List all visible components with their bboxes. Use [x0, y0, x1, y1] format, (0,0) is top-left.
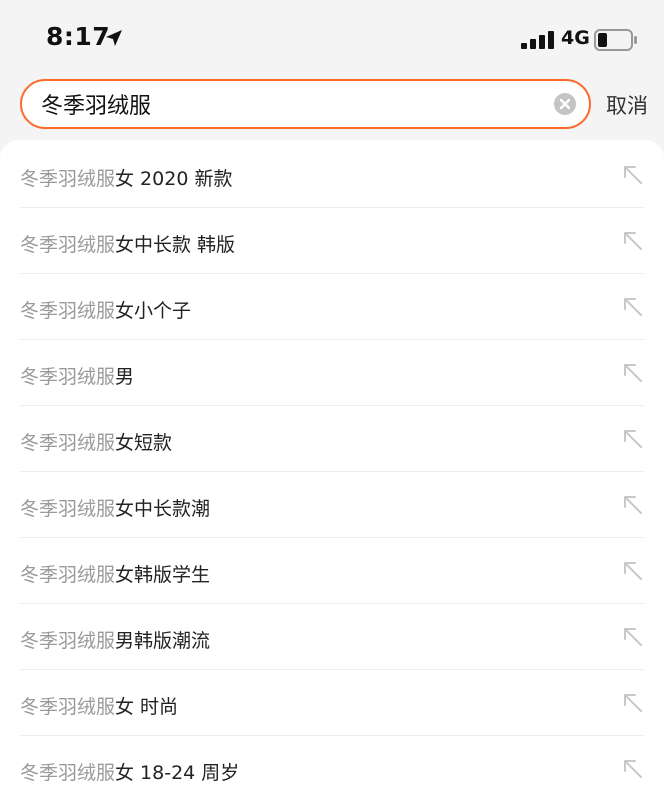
- suggestion-keyword: 冬季羽绒服: [20, 630, 116, 652]
- fill-arrow-icon[interactable]: [622, 758, 644, 780]
- suggestion-suffix: 女小个子: [115, 300, 192, 322]
- fill-arrow-icon[interactable]: [622, 296, 644, 318]
- suggestion-text: 冬季羽绒服女中长款 韩版: [20, 230, 235, 257]
- suggestion-item[interactable]: 冬季羽绒服男: [20, 340, 644, 406]
- search-bar: 取消: [0, 76, 664, 136]
- suggestion-keyword: 冬季羽绒服: [20, 696, 116, 718]
- location-arrow-icon: [106, 30, 122, 46]
- fill-arrow-icon[interactable]: [622, 362, 644, 384]
- fill-arrow-icon[interactable]: [622, 230, 644, 252]
- suggestion-text: 冬季羽绒服女 18-24 周岁: [20, 758, 239, 785]
- suggestion-text: 冬季羽绒服女中长款潮: [20, 494, 210, 521]
- suggestion-item[interactable]: 冬季羽绒服女 18-24 周岁: [20, 736, 644, 800]
- suggestion-item[interactable]: 冬季羽绒服女中长款潮: [20, 472, 644, 538]
- suggestion-item[interactable]: 冬季羽绒服女中长款 韩版: [20, 208, 644, 274]
- fill-arrow-icon[interactable]: [622, 560, 644, 582]
- fill-arrow-icon[interactable]: [622, 626, 644, 648]
- suggestion-keyword: 冬季羽绒服: [20, 168, 116, 190]
- suggestion-item[interactable]: 冬季羽绒服男韩版潮流: [20, 604, 644, 670]
- suggestion-keyword: 冬季羽绒服: [20, 762, 116, 784]
- suggestion-suffix: 女短款: [115, 432, 173, 454]
- suggestion-text: 冬季羽绒服男韩版潮流: [20, 626, 210, 653]
- suggestion-suffix: 男: [115, 366, 135, 388]
- suggestion-keyword: 冬季羽绒服: [20, 564, 116, 586]
- battery-icon: [594, 29, 637, 51]
- suggestion-keyword: 冬季羽绒服: [20, 432, 116, 454]
- fill-arrow-icon[interactable]: [622, 428, 644, 450]
- search-screen: 8:17 4G 取消 冬季羽绒服女 2020 新款: [0, 0, 664, 800]
- cellular-signal-icon: [521, 31, 554, 49]
- suggestion-keyword: 冬季羽绒服: [20, 234, 116, 256]
- suggestion-item[interactable]: 冬季羽绒服女短款: [20, 406, 644, 472]
- status-time: 8:17: [46, 22, 111, 51]
- fill-arrow-icon[interactable]: [622, 164, 644, 186]
- suggestion-item[interactable]: 冬季羽绒服女韩版学生: [20, 538, 644, 604]
- suggestion-suffix: 女韩版学生: [115, 564, 211, 586]
- suggestion-suffix: 女 18-24 周岁: [115, 762, 240, 784]
- suggestion-suffix: 男韩版潮流: [115, 630, 211, 652]
- suggestion-keyword: 冬季羽绒服: [20, 498, 116, 520]
- network-type: 4G: [561, 27, 590, 49]
- fill-arrow-icon[interactable]: [622, 692, 644, 714]
- suggestion-text: 冬季羽绒服男: [20, 362, 134, 389]
- suggestion-keyword: 冬季羽绒服: [20, 366, 116, 388]
- suggestion-text: 冬季羽绒服女 时尚: [20, 692, 178, 719]
- clear-icon[interactable]: [553, 92, 577, 116]
- search-input[interactable]: [41, 81, 541, 127]
- suggestion-list: 冬季羽绒服女 2020 新款 冬季羽绒服女中长款 韩版 冬季羽绒服女小个子 冬季…: [0, 140, 664, 800]
- suggestion-suffix: 女 2020 新款: [115, 168, 233, 190]
- suggestion-suffix: 女中长款潮: [115, 498, 211, 520]
- cancel-button[interactable]: 取消: [606, 90, 648, 120]
- suggestion-item[interactable]: 冬季羽绒服女小个子: [20, 274, 644, 340]
- suggestion-suffix: 女中长款 韩版: [115, 234, 236, 256]
- fill-arrow-icon[interactable]: [622, 494, 644, 516]
- status-bar: 8:17 4G: [0, 0, 664, 70]
- suggestion-keyword: 冬季羽绒服: [20, 300, 116, 322]
- suggestion-text: 冬季羽绒服女 2020 新款: [20, 164, 232, 191]
- suggestion-text: 冬季羽绒服女韩版学生: [20, 560, 210, 587]
- suggestion-item[interactable]: 冬季羽绒服女 2020 新款: [20, 142, 644, 208]
- suggestion-text: 冬季羽绒服女短款: [20, 428, 172, 455]
- search-box[interactable]: [20, 79, 591, 129]
- suggestion-text: 冬季羽绒服女小个子: [20, 296, 191, 323]
- suggestion-suffix: 女 时尚: [115, 696, 179, 718]
- suggestion-item[interactable]: 冬季羽绒服女 时尚: [20, 670, 644, 736]
